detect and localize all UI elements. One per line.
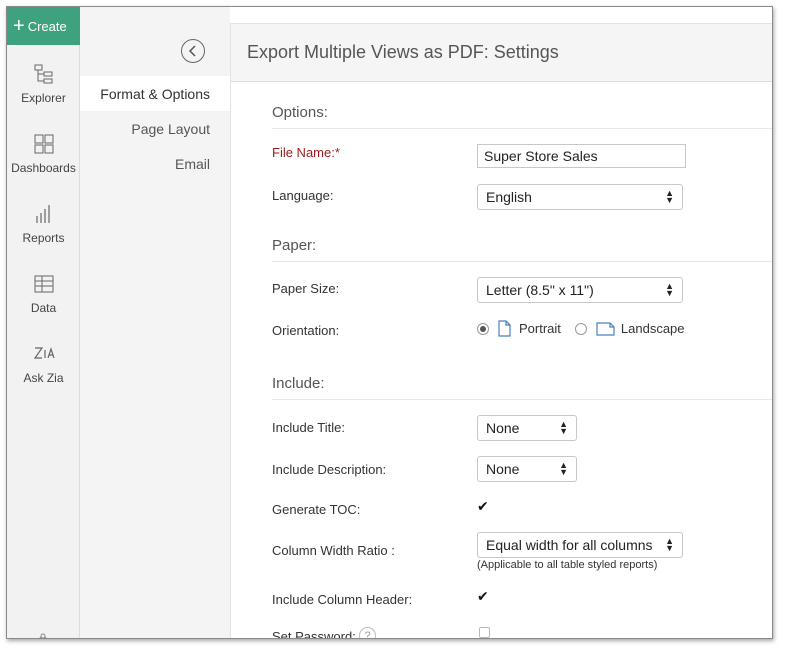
include-title-select[interactable]: None ▲ ▼ [477, 415, 577, 441]
paper-size-select[interactable]: Letter (8.5" x 11") ▲ ▼ [477, 277, 683, 303]
include-description-label: Include Description: [272, 462, 387, 477]
divider [272, 261, 772, 262]
subnav-label: Page Layout [131, 121, 210, 137]
app-window: + Create Explorer Dashboards Reports Dat… [6, 6, 773, 639]
set-password-checkbox[interactable] [479, 627, 490, 638]
column-width-note: (Applicable to all table styled reports) [477, 559, 658, 571]
nav-label-explorer: Explorer [21, 91, 66, 105]
nav-label-reports: Reports [22, 231, 65, 245]
divider [272, 128, 772, 129]
nav-item-ask-zia[interactable]: Ask Zia [7, 343, 80, 385]
landscape-page-icon [596, 321, 615, 336]
include-description-select[interactable]: None ▲ ▼ [477, 456, 577, 482]
select-arrows-icon: ▲ ▼ [559, 419, 568, 436]
nav-label-ask-zia: Ask Zia [23, 371, 64, 385]
include-header-checkbox[interactable]: ✔ [477, 589, 491, 603]
subnav-label: Format & Options [100, 85, 210, 102]
dashboards-icon [34, 134, 53, 154]
page-title: Export Multiple Views as PDF: Settings [231, 24, 772, 82]
portrait-page-icon [498, 320, 511, 337]
data-icon [34, 275, 53, 293]
select-arrows-icon: ▲ ▼ [665, 188, 674, 205]
nav-item-data[interactable]: Data [7, 273, 80, 315]
subnav-item-email[interactable]: Email [175, 156, 210, 172]
paper-size-value: Letter (8.5" x 11") [486, 282, 594, 298]
section-title-paper: Paper: [272, 237, 317, 254]
select-arrows-icon: ▲ ▼ [665, 281, 674, 298]
column-width-select[interactable]: Equal width for all columns ▲ ▼ [477, 532, 683, 558]
include-title-label: Include Title: [272, 420, 345, 435]
explorer-icon [34, 64, 52, 84]
nav-item-dashboards[interactable]: Dashboards [7, 133, 80, 175]
subnav-label: Email [174, 156, 210, 172]
include-title-value: None [486, 420, 520, 436]
orientation-label: Orientation: [272, 323, 340, 338]
zia-icon [33, 347, 55, 359]
portrait-label: Portrait [519, 321, 561, 336]
collapse-button[interactable] [181, 39, 205, 63]
section-title-include: Include: [272, 375, 325, 392]
portrait-radio[interactable] [477, 322, 489, 335]
language-label: Language: [272, 188, 334, 203]
chevron-left-icon [188, 45, 196, 57]
orientation-options: Portrait Landscape [477, 320, 685, 337]
help-icon[interactable]: ? [359, 627, 376, 638]
subnav-item-format-options[interactable]: Format & Options [80, 76, 230, 111]
settings-panel: Export Multiple Views as PDF: Settings O… [230, 23, 772, 639]
include-header-label: Include Column Header: [272, 592, 413, 607]
language-value: English [486, 189, 532, 205]
select-arrows-icon: ▲ ▼ [559, 460, 568, 477]
language-select[interactable]: English ▲ ▼ [477, 184, 683, 210]
settings-subnav: Format & Options Page Layout Email [80, 7, 230, 638]
column-width-label: Column Width Ratio : [272, 543, 395, 558]
landscape-radio[interactable] [574, 322, 587, 335]
nav-item-explorer[interactable]: Explorer [7, 63, 80, 105]
subnav-item-page-layout[interactable]: Page Layout [131, 121, 210, 137]
nav-label-data: Data [30, 301, 57, 315]
file-name-label: File Name:* [272, 145, 340, 160]
nav-item-reports[interactable]: Reports [7, 203, 80, 245]
create-label: Create [27, 18, 67, 34]
reports-icon [35, 205, 50, 223]
nav-label-dashboards: Dashboards [11, 161, 76, 175]
paper-size-label: Paper Size: [272, 281, 340, 296]
section-title-options: Options: [272, 104, 328, 121]
partial-icon [39, 633, 47, 638]
landscape-label: Landscape [620, 321, 685, 336]
generate-toc-checkbox[interactable]: ✔ [477, 499, 491, 513]
select-arrows-icon: ▲ ▼ [665, 536, 674, 553]
generate-toc-label: Generate TOC: [272, 502, 361, 517]
plus-icon: + [13, 15, 25, 37]
column-width-value: Equal width for all columns [486, 537, 653, 553]
left-nav: + Create Explorer Dashboards Reports Dat… [7, 7, 80, 638]
set-password-label: Set Password: [272, 629, 356, 639]
divider [272, 399, 772, 400]
include-description-value: None [486, 461, 520, 477]
create-button[interactable]: + Create [7, 7, 80, 45]
file-name-input[interactable]: Super Store Sales [477, 144, 686, 168]
